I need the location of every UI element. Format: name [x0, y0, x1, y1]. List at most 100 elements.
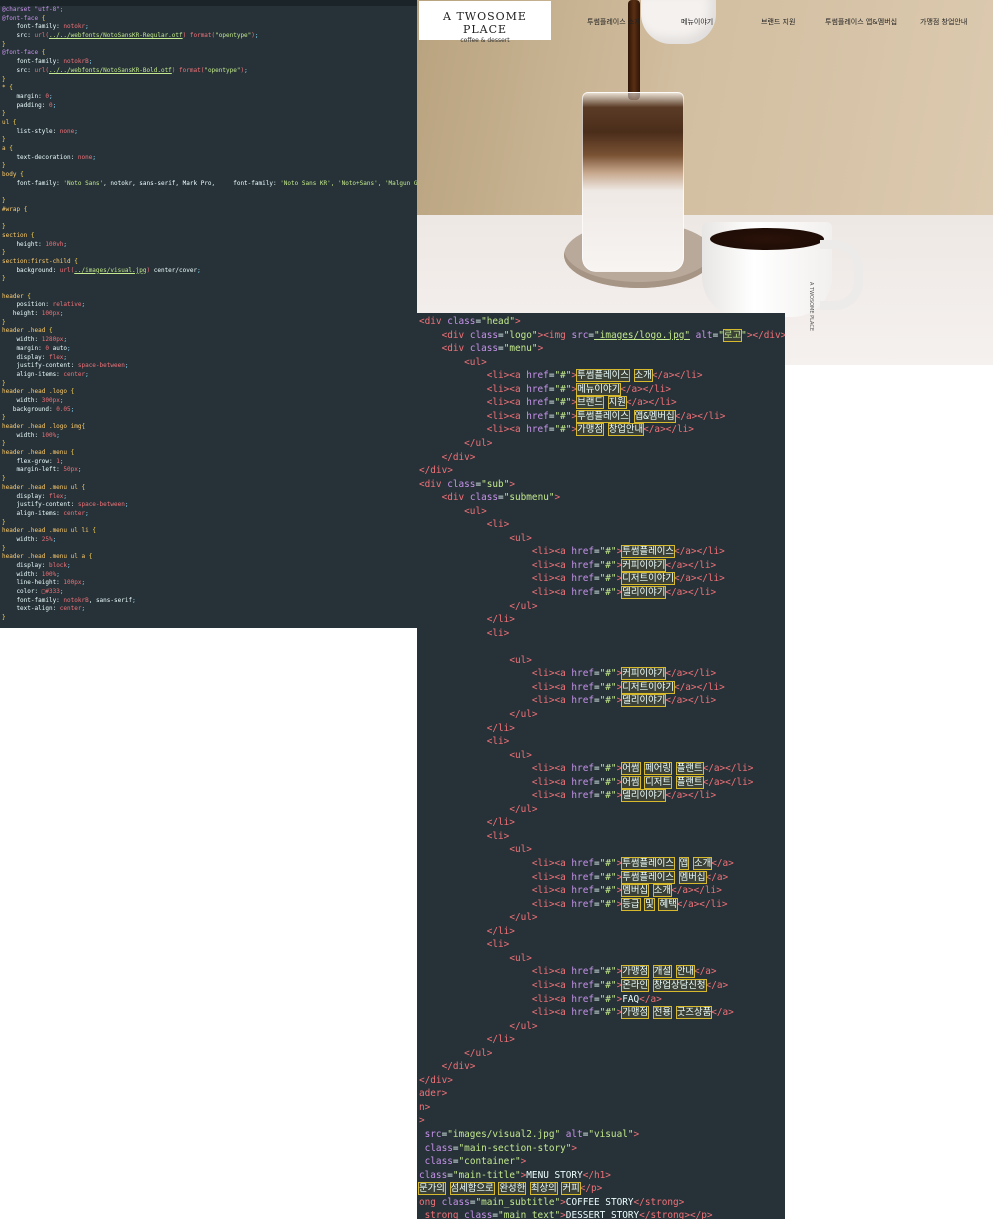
html-code-line[interactable]: <li><a href="#">온라인 창업상담신청</a>: [419, 978, 728, 993]
css-code-line[interactable]: width: 100%;: [2, 432, 417, 441]
css-code-line[interactable]: }: [2, 275, 417, 284]
html-code-line[interactable]: class="container">: [419, 1155, 527, 1169]
css-code-line[interactable]: header .head .menu ul li {: [2, 527, 417, 536]
html-code-line[interactable]: <li><a href="#">등급 및 혜택</a></li>: [419, 897, 728, 912]
html-code-line[interactable]: </ul>: [419, 1020, 537, 1034]
css-code-line[interactable]: }: [2, 162, 417, 171]
html-code-line[interactable]: <ul>: [419, 505, 487, 519]
html-code-line[interactable]: <ul>: [419, 356, 487, 370]
css-code-line[interactable]: line-height: 100px;: [2, 579, 417, 588]
html-code-line[interactable]: n>: [419, 1101, 430, 1115]
css-code-line[interactable]: position: relative;: [2, 301, 417, 310]
nav-item-app[interactable]: 투썸플레이스 앱&멤버십: [825, 17, 897, 27]
css-code-line[interactable]: @font-face {: [2, 49, 417, 58]
html-code-line[interactable]: <ul>: [419, 532, 532, 546]
html-code-line[interactable]: <li><a href="#">델리이야기</a></li>: [419, 789, 716, 803]
css-code-line[interactable]: margin: 0;: [2, 93, 417, 102]
css-code-line[interactable]: [2, 215, 417, 224]
css-code-line[interactable]: width: 300px;: [2, 397, 417, 406]
html-code-line[interactable]: <div class="head">: [419, 315, 521, 329]
html-code-line[interactable]: <li><a href="#">가맹점 개설 안내</a>: [419, 965, 717, 979]
html-code-line[interactable]: </li>: [419, 816, 515, 830]
html-code-line[interactable]: <li><a href="#">디저트이야기</a></li>: [419, 680, 725, 695]
css-code-line[interactable]: #wrap {: [2, 206, 417, 215]
css-code-line[interactable]: header .head {: [2, 327, 417, 336]
css-code-line[interactable]: background: url(../images/visual.jpg) ce…: [2, 267, 417, 276]
css-code-line[interactable]: @font-face {: [2, 15, 417, 24]
nav-item-franchise[interactable]: 가맹점 창업안내: [920, 17, 967, 27]
html-code-line[interactable]: <li><a href="#">가맹점 전용 굿즈상품</a>: [419, 1006, 734, 1020]
css-code-line[interactable]: }: [2, 136, 417, 145]
css-code-line[interactable]: align-items: center;: [2, 371, 417, 380]
css-code-line[interactable]: section:first-child {: [2, 258, 417, 267]
html-code-line[interactable]: <div class="submenu">: [419, 491, 561, 505]
css-code-line[interactable]: font-family: notokr;: [2, 23, 417, 32]
css-code-line[interactable]: font-family: 'Noto Sans', notokr, sans-s…: [2, 180, 417, 189]
html-code-line[interactable]: </div>: [419, 1074, 453, 1088]
html-code-line[interactable]: <div class="sub">: [419, 478, 515, 492]
html-code-line[interactable]: <li><a href="#">델리이야기</a></li>: [419, 694, 716, 708]
css-code-line[interactable]: header .head .logo {: [2, 388, 417, 397]
html-code-line[interactable]: <li>: [419, 518, 510, 532]
html-code-line[interactable]: <ul>: [419, 952, 532, 966]
html-code-editor[interactable]: <div class="head"> <div class="logo"><im…: [417, 313, 785, 1219]
css-code-line[interactable]: font-family: notokrB, sans-serif;: [2, 597, 417, 606]
html-code-line[interactable]: <li><a href="#">델리이야기</a></li>: [419, 586, 716, 600]
css-code-line[interactable]: height: 100vh;: [2, 241, 417, 250]
html-code-line[interactable]: >: [419, 1114, 425, 1128]
html-code-line[interactable]: <li>: [419, 830, 510, 844]
html-code-line[interactable]: <li><a href="#">투썸플레이스 멤버십</a>: [419, 870, 728, 885]
css-code-line[interactable]: src: url(../../webfonts/NotoSansKR-Bold.…: [2, 67, 417, 76]
css-code-line[interactable]: body {: [2, 171, 417, 180]
nav-item-menu[interactable]: 메뉴이야기: [681, 17, 713, 27]
css-code-line[interactable]: margin: 0 auto;: [2, 345, 417, 354]
css-code-line[interactable]: height: 100px;: [2, 310, 417, 319]
html-code-line[interactable]: <li><a href="#">가맹점 창업안내</a></li>: [419, 423, 694, 437]
css-code-line[interactable]: flex-grow: 1;: [2, 458, 417, 467]
html-code-line[interactable]: </li>: [419, 1033, 515, 1047]
css-code-line[interactable]: }: [2, 414, 417, 423]
css-code-line[interactable]: }: [2, 614, 417, 623]
html-code-line[interactable]: ader>: [419, 1087, 447, 1101]
html-code-line[interactable]: src="images/visual2.jpg" alt="visual">: [419, 1128, 640, 1142]
html-code-line[interactable]: <ul>: [419, 749, 532, 763]
css-code-line[interactable]: }: [2, 110, 417, 119]
nav-item-brand[interactable]: 브랜드 지원: [761, 17, 795, 27]
css-code-line[interactable]: [2, 284, 417, 293]
html-code-line[interactable]: <div class="logo"><img src="images/logo.…: [419, 328, 785, 343]
html-code-line[interactable]: strong class="main_text">DESSERT STORY</…: [419, 1209, 713, 1219]
css-code-line[interactable]: }: [2, 41, 417, 50]
html-code-line[interactable]: <ul>: [419, 843, 532, 857]
css-code-line[interactable]: }: [2, 519, 417, 528]
html-code-line[interactable]: </div>: [419, 451, 476, 465]
css-code-line[interactable]: text-align: center;: [2, 605, 417, 614]
html-code-line[interactable]: </ul>: [419, 1047, 492, 1061]
html-code-line[interactable]: <ul>: [419, 654, 532, 668]
html-code-line[interactable]: </ul>: [419, 600, 537, 614]
site-logo[interactable]: A TWOSOME PLACE coffee & dessert: [419, 1, 551, 44]
css-code-line[interactable]: @charset "utf-8";: [2, 6, 417, 15]
css-code-line[interactable]: header .head .menu {: [2, 449, 417, 458]
html-code-line[interactable]: <li><a href="#">투썸플레이스 앱&멤버십</a></li>: [419, 409, 725, 424]
css-code-line[interactable]: ul {: [2, 119, 417, 128]
css-code-line[interactable]: display: flex;: [2, 354, 417, 363]
css-code-line[interactable]: header {: [2, 293, 417, 302]
css-code-line[interactable]: background: 0.05;: [2, 406, 417, 415]
css-code-line[interactable]: section {: [2, 232, 417, 241]
html-code-line[interactable]: </div>: [419, 464, 453, 478]
html-code-line[interactable]: </li>: [419, 925, 515, 939]
html-code-line[interactable]: <li>: [419, 938, 510, 952]
html-code-line[interactable]: <li><a href="#">메뉴이야기</a></li>: [419, 382, 671, 397]
css-code-line[interactable]: }: [2, 249, 417, 258]
css-code-line[interactable]: list-style: none;: [2, 128, 417, 137]
html-code-line[interactable]: </ul>: [419, 803, 537, 817]
css-code-line[interactable]: align-items: center;: [2, 510, 417, 519]
css-code-line[interactable]: justify-content: space-between;: [2, 362, 417, 371]
html-code-line[interactable]: <li><a href="#">어썸 페어링 플랜트</a></li>: [419, 762, 753, 776]
css-code-line[interactable]: }: [2, 545, 417, 554]
html-code-line[interactable]: <div class="menu">: [419, 342, 544, 356]
css-code-line[interactable]: justify-content: space-between;: [2, 501, 417, 510]
html-code-line[interactable]: <li><a href="#">브랜드 지원</a></li>: [419, 396, 677, 410]
css-code-line[interactable]: font-family: notokrB;: [2, 58, 417, 67]
css-code-line[interactable]: header .head .menu ul a {: [2, 553, 417, 562]
